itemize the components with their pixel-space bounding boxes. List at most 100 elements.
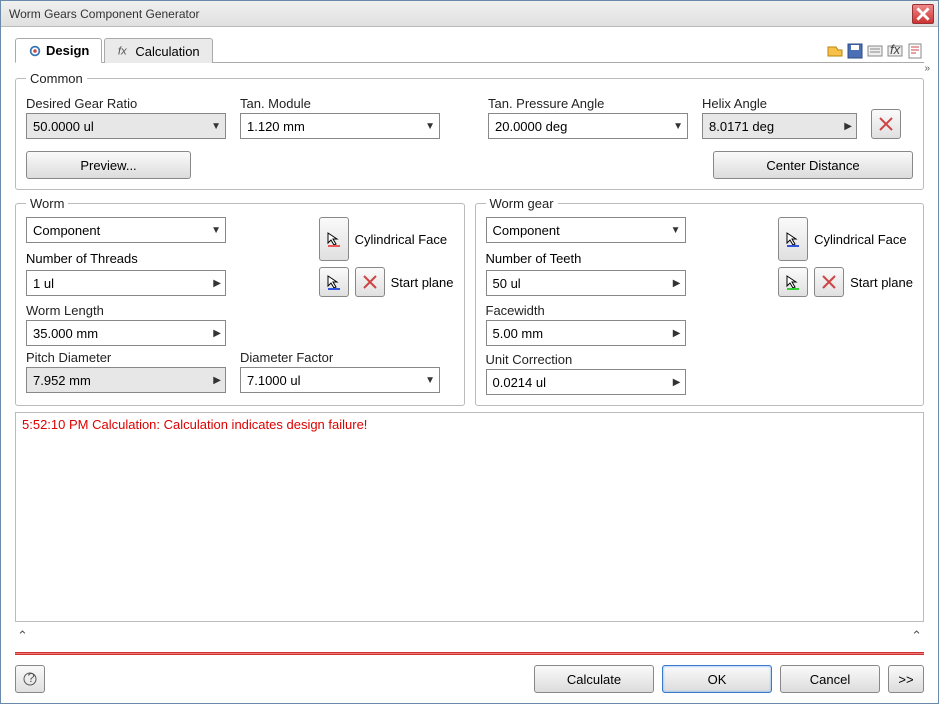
tan-pressure-angle-label: Tan. Pressure Angle: [488, 96, 688, 111]
unit-correction-field[interactable]: 0.0214 ul ▶: [486, 369, 686, 395]
tabs: Design fx Calculation: [15, 37, 820, 63]
tab-design-label: Design: [46, 43, 89, 58]
wormgear-type-value: Component: [493, 223, 560, 238]
chevron-down-icon: ▼: [425, 375, 435, 386]
helix-angle-edit-button[interactable]: [871, 109, 901, 139]
top-row: Design fx Calculation fx: [15, 37, 924, 63]
cursor-blue-icon: [326, 274, 342, 290]
log-panel: 5:52:10 PM Calculation: Calculation indi…: [15, 412, 924, 622]
content: Design fx Calculation fx » Common: [1, 27, 938, 703]
status-bar-red: [15, 652, 924, 655]
report-icon[interactable]: [906, 42, 924, 60]
num-teeth-label: Number of Teeth: [486, 251, 771, 266]
pitch-diameter-value: 7.952 mm: [33, 373, 91, 388]
log-message: 5:52:10 PM Calculation: Calculation indi…: [22, 417, 367, 432]
pencil-cross-icon: [878, 116, 894, 132]
cancel-button[interactable]: Cancel: [780, 665, 880, 693]
wormgear-cylface-pick-button[interactable]: [778, 217, 808, 261]
footer: ? Calculate OK Cancel >>: [15, 657, 924, 693]
chevron-right-small-icon: ▶: [673, 278, 681, 289]
preview-button[interactable]: Preview...: [26, 151, 191, 179]
toolbar-right: fx: [820, 42, 924, 63]
worm-startplane-pick-button[interactable]: [319, 267, 349, 297]
helix-angle-field[interactable]: 8.0171 deg ▶: [702, 113, 857, 139]
center-distance-button[interactable]: Center Distance: [713, 151, 913, 179]
desired-gear-ratio-combo[interactable]: 50.0000 ul ▼: [26, 113, 226, 139]
chevron-down-icon: ▼: [211, 121, 221, 132]
tan-module-value: 1.120 mm: [247, 119, 305, 134]
chevron-row: ⌃ ⌃: [15, 628, 924, 644]
wormgear-cylface-label: Cylindrical Face: [814, 232, 906, 247]
tan-module-label: Tan. Module: [240, 96, 440, 111]
chevron-right-icon[interactable]: »: [924, 63, 930, 74]
flip-icon: [821, 274, 837, 290]
options-icon[interactable]: [866, 42, 884, 60]
wormgear-legend: Worm gear: [486, 196, 558, 211]
unit-correction-label: Unit Correction: [486, 352, 914, 367]
tan-module-combo[interactable]: 1.120 mm ▼: [240, 113, 440, 139]
svg-text:fx: fx: [890, 42, 901, 57]
worm-length-value: 35.000 mm: [33, 326, 98, 341]
panels: » Common Desired Gear Ratio 50.0000 ul ▼…: [15, 63, 924, 657]
helix-angle-label: Helix Angle: [702, 96, 857, 111]
worm-startplane-flip-button[interactable]: [355, 267, 385, 297]
tan-pressure-angle-value: 20.0000 deg: [495, 119, 567, 134]
wormgear-group: Worm gear Component ▼ Number of Teeth 50…: [475, 196, 925, 406]
close-button[interactable]: [912, 4, 934, 24]
worm-length-field[interactable]: 35.000 mm ▶: [26, 320, 226, 346]
help-button[interactable]: ?: [15, 665, 45, 693]
wormgear-type-combo[interactable]: Component ▼: [486, 217, 686, 243]
fx-icon: fx: [117, 44, 131, 58]
diameter-factor-combo[interactable]: 7.1000 ul ▼: [240, 367, 440, 393]
tan-pressure-angle-combo[interactable]: 20.0000 deg ▼: [488, 113, 688, 139]
chevron-right-small-icon: ▶: [213, 278, 221, 289]
worm-cylface-label: Cylindrical Face: [355, 232, 447, 247]
worm-type-combo[interactable]: Component ▼: [26, 217, 226, 243]
chevron-right-small-icon: ▶: [213, 375, 221, 386]
num-threads-value: 1 ul: [33, 276, 54, 291]
tab-calculation-label: Calculation: [135, 44, 199, 59]
help-icon: ?: [23, 672, 37, 686]
common-group: Common Desired Gear Ratio 50.0000 ul ▼ T…: [15, 71, 924, 190]
chevron-right-small-icon: ▶: [673, 328, 681, 339]
chevron-up-left-icon[interactable]: ⌃: [17, 628, 28, 644]
num-teeth-value: 50 ul: [493, 276, 521, 291]
diameter-factor-label: Diameter Factor: [240, 350, 440, 365]
worm-startplane-label: Start plane: [391, 275, 454, 290]
ok-button[interactable]: OK: [662, 665, 772, 693]
svg-text:?: ?: [28, 672, 35, 685]
tab-design[interactable]: Design: [15, 38, 102, 63]
worm-cylface-pick-button[interactable]: [319, 217, 349, 261]
titlebar: Worm Gears Component Generator: [1, 1, 938, 27]
svg-text:fx: fx: [118, 46, 128, 58]
fx-tool-icon[interactable]: fx: [886, 42, 904, 60]
pitch-diameter-field[interactable]: 7.952 mm ▶: [26, 367, 226, 393]
calculate-button[interactable]: Calculate: [534, 665, 654, 693]
tab-calculation[interactable]: fx Calculation: [104, 38, 212, 63]
worm-type-value: Component: [33, 223, 100, 238]
num-threads-label: Number of Threads: [26, 251, 311, 266]
wormgear-startplane-label: Start plane: [850, 275, 913, 290]
chevron-down-icon: ▼: [211, 225, 221, 236]
chevron-up-right-icon[interactable]: ⌃: [911, 628, 922, 644]
cursor-blue-icon: [785, 231, 801, 247]
wormgear-startplane-flip-button[interactable]: [814, 267, 844, 297]
cursor-green-icon: [785, 274, 801, 290]
wormgear-startplane-pick-button[interactable]: [778, 267, 808, 297]
expand-button[interactable]: >>: [888, 665, 924, 693]
desired-gear-ratio-value: 50.0000 ul: [33, 119, 94, 134]
cursor-red-icon: [326, 231, 342, 247]
facewidth-label: Facewidth: [486, 303, 914, 318]
open-icon[interactable]: [826, 42, 844, 60]
close-icon: [916, 7, 930, 21]
chevron-right-small-icon: ▶: [673, 377, 681, 388]
num-teeth-field[interactable]: 50 ul ▶: [486, 270, 686, 296]
common-legend: Common: [26, 71, 87, 86]
num-threads-field[interactable]: 1 ul ▶: [26, 270, 226, 296]
chevron-down-icon: ▼: [671, 225, 681, 236]
chevron-down-icon: ▼: [425, 121, 435, 132]
facewidth-field[interactable]: 5.00 mm ▶: [486, 320, 686, 346]
helix-angle-value: 8.0171 deg: [709, 119, 774, 134]
window-title: Worm Gears Component Generator: [9, 7, 912, 21]
save-icon[interactable]: [846, 42, 864, 60]
